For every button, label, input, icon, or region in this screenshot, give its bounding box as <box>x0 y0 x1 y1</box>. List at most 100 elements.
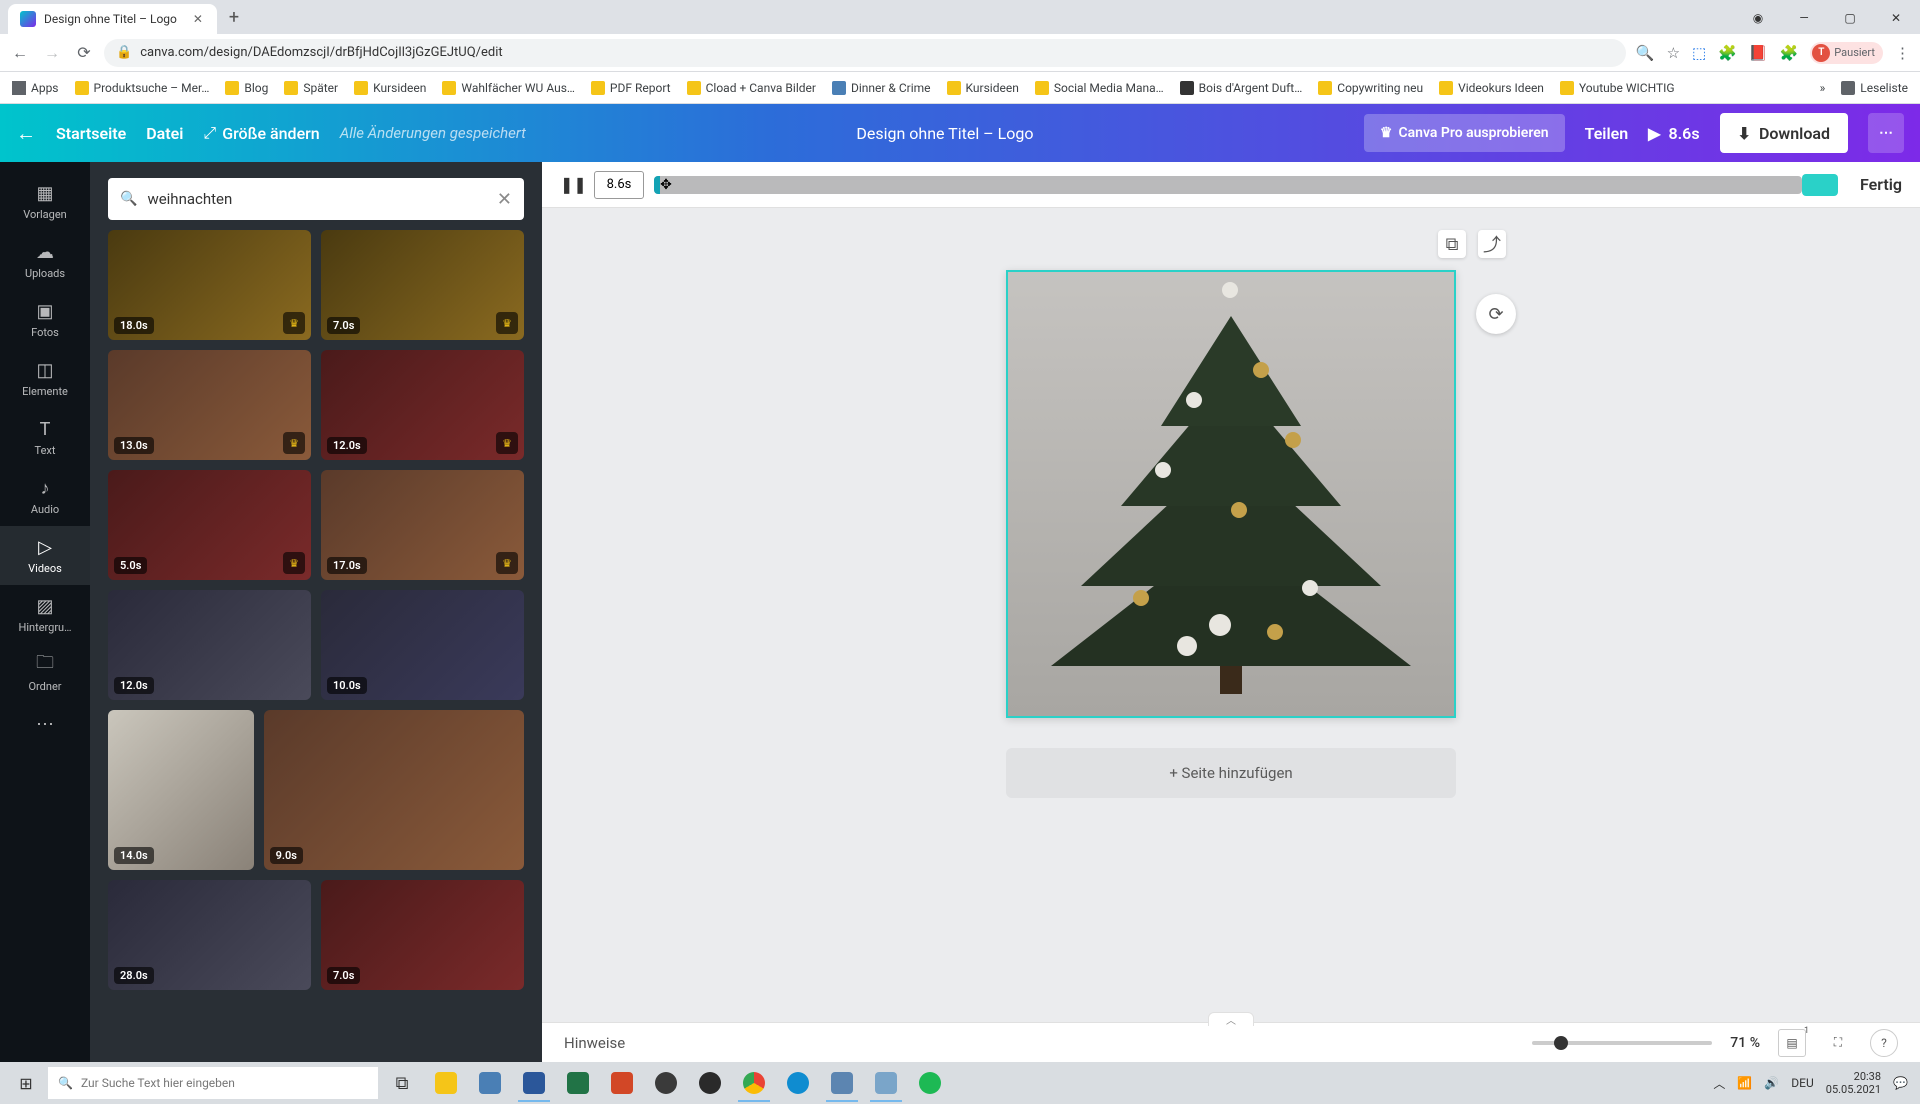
back-home-icon[interactable]: ← <box>16 121 36 146</box>
extension-icon-3[interactable]: 📕 <box>1749 44 1768 62</box>
rail-more[interactable]: ⋯ <box>0 703 90 745</box>
canvas-page[interactable]: ⟳ <box>1006 270 1456 718</box>
video-thumb[interactable]: 12.0s <box>108 590 311 700</box>
document-title[interactable]: Design ohne Titel – Logo <box>856 124 1033 143</box>
window-close[interactable]: ✕ <box>1874 2 1918 34</box>
bookmark-item[interactable]: Kursideen <box>354 81 426 95</box>
window-maximize[interactable]: ▢ <box>1828 2 1872 34</box>
expand-notes-handle[interactable]: ︿ <box>1208 1012 1254 1026</box>
refresh-element-button[interactable]: ⟳ <box>1476 294 1516 334</box>
download-button[interactable]: ⬇ Download <box>1720 113 1848 153</box>
timeline-done-button[interactable]: Fertig <box>1860 175 1902 194</box>
nav-back-icon[interactable]: ← <box>10 43 30 63</box>
tray-clock[interactable]: 20:38 05.05.2021 <box>1826 1070 1881 1096</box>
video-thumb[interactable]: 9.0s <box>264 710 524 870</box>
video-thumb[interactable]: 5.0s♛ <box>108 470 311 580</box>
taskbar-word[interactable] <box>514 1064 554 1102</box>
rail-uploads[interactable]: ☁Uploads <box>0 231 90 290</box>
bookmark-item[interactable]: Kursideen <box>947 81 1019 95</box>
taskbar-app[interactable] <box>470 1064 510 1102</box>
bookmark-item[interactable]: Blog <box>225 81 268 95</box>
add-page-icon[interactable]: ⤴ <box>1478 230 1506 258</box>
zoom-knob[interactable] <box>1554 1036 1568 1050</box>
bookmark-item[interactable]: Cload + Canva Bilder <box>687 81 816 95</box>
file-menu[interactable]: Datei <box>146 124 183 143</box>
zoom-indicator-icon[interactable]: 🔍 <box>1636 44 1655 62</box>
add-page-button[interactable]: + Seite hinzufügen <box>1006 748 1456 798</box>
browser-menu-icon[interactable]: ⋮ <box>1895 44 1910 62</box>
video-thumb[interactable]: 28.0s <box>108 880 311 990</box>
taskbar-spotify[interactable] <box>910 1064 950 1102</box>
profile-badge[interactable]: T Pausiert <box>1810 42 1883 64</box>
taskbar-edge[interactable] <box>778 1064 818 1102</box>
fullscreen-button[interactable]: ⛶ <box>1824 1029 1852 1057</box>
tray-network-icon[interactable]: 📶 <box>1737 1076 1752 1090</box>
duration-input[interactable] <box>594 171 644 199</box>
zoom-level[interactable]: 71 % <box>1730 1035 1760 1051</box>
bookmark-star-icon[interactable]: ☆ <box>1667 44 1680 62</box>
bookmark-overflow[interactable]: » <box>1820 81 1826 95</box>
nav-reload-icon[interactable]: ⟳ <box>74 43 94 63</box>
tab-close-icon[interactable]: ✕ <box>191 12 205 26</box>
video-search[interactable]: 🔍 ✕ <box>108 178 524 220</box>
bookmark-item[interactable]: Social Media Mana… <box>1035 81 1164 95</box>
bookmark-item[interactable]: Youtube WICHTIG <box>1560 81 1675 95</box>
taskbar-powerpoint[interactable] <box>602 1064 642 1102</box>
track-end-segment[interactable] <box>1802 174 1838 196</box>
christmas-tree-image[interactable] <box>1008 262 1454 706</box>
rail-elemente[interactable]: ◫Elemente <box>0 349 90 408</box>
window-minimize[interactable]: — <box>1782 2 1826 34</box>
bookmark-item[interactable]: Copywriting neu <box>1318 81 1423 95</box>
play-button[interactable]: ▶ 8.6s <box>1648 124 1699 143</box>
new-tab-button[interactable]: + <box>219 7 249 28</box>
tray-language[interactable]: DEU <box>1791 1076 1813 1090</box>
video-thumb[interactable]: 13.0s♛ <box>108 350 311 460</box>
resize-button[interactable]: ⤢ Größe ändern <box>203 123 319 143</box>
bookmark-item[interactable]: Später <box>284 81 338 95</box>
tray-notifications-icon[interactable]: 💬 <box>1893 1076 1908 1090</box>
extension-icon-1[interactable]: ⬚ <box>1692 44 1706 62</box>
rail-fotos[interactable]: ▣Fotos <box>0 290 90 349</box>
url-bar[interactable]: 🔒 canva.com/design/DAEdomzscjI/drBfjHdCo… <box>104 39 1626 67</box>
video-thumb[interactable]: 18.0s♛ <box>108 230 311 340</box>
taskbar-app[interactable] <box>646 1064 686 1102</box>
rail-ordner[interactable]: 🗀Ordner <box>0 644 90 703</box>
bookmark-item[interactable]: Apps <box>12 81 59 95</box>
video-thumb[interactable]: 17.0s♛ <box>321 470 524 580</box>
bookmark-item[interactable]: PDF Report <box>591 81 671 95</box>
bookmark-item[interactable]: Wahlfächer WU Aus… <box>442 81 575 95</box>
browser-tab[interactable]: Design ohne Titel – Logo ✕ <box>8 4 217 34</box>
extension-icon-2[interactable]: 🧩 <box>1718 44 1737 62</box>
reading-list-button[interactable]: Leseliste <box>1841 81 1908 95</box>
taskbar-app[interactable] <box>866 1064 906 1102</box>
nav-forward-icon[interactable]: → <box>42 43 62 63</box>
taskbar-obs[interactable] <box>690 1064 730 1102</box>
taskbar-app[interactable] <box>822 1064 862 1102</box>
extension-icon-4[interactable]: 🧩 <box>1780 44 1799 62</box>
video-thumb[interactable]: 14.0s <box>108 710 254 870</box>
timeline-playhead[interactable]: ✥ <box>658 171 674 199</box>
task-view-icon[interactable]: ⧉ <box>382 1064 422 1102</box>
start-button[interactable]: ⊞ <box>8 1065 44 1101</box>
share-button[interactable]: Teilen <box>1585 124 1629 143</box>
rail-text[interactable]: TText <box>0 408 90 467</box>
zoom-slider[interactable] <box>1532 1041 1712 1045</box>
clear-search-icon[interactable]: ✕ <box>497 189 512 210</box>
search-input[interactable] <box>147 190 486 208</box>
tray-overflow-icon[interactable]: ︿ <box>1713 1075 1725 1092</box>
video-thumb[interactable]: 7.0s♛ <box>321 230 524 340</box>
canva-pro-button[interactable]: ♛ Canva Pro ausprobieren <box>1364 114 1565 152</box>
page-list-button[interactable]: ▤1 <box>1778 1029 1806 1057</box>
account-icon[interactable]: ◉ <box>1736 2 1780 34</box>
windows-search[interactable]: 🔍 Zur Suche Text hier eingeben <box>48 1067 378 1099</box>
notes-button[interactable]: Hinweise <box>564 1034 625 1052</box>
video-thumb[interactable]: 7.0s <box>321 880 524 990</box>
more-menu-button[interactable]: ⋯ <box>1868 113 1904 153</box>
video-thumb[interactable]: 12.0s♛ <box>321 350 524 460</box>
bookmark-item[interactable]: Bois d'Argent Duft… <box>1180 81 1303 95</box>
video-thumb[interactable]: 10.0s <box>321 590 524 700</box>
rail-hintergrund[interactable]: ▨Hintergru… <box>0 585 90 644</box>
bookmark-item[interactable]: Produktsuche – Mer… <box>75 81 210 95</box>
bookmark-item[interactable]: Dinner & Crime <box>832 81 931 95</box>
tray-sound-icon[interactable]: 🔊 <box>1764 1076 1779 1090</box>
